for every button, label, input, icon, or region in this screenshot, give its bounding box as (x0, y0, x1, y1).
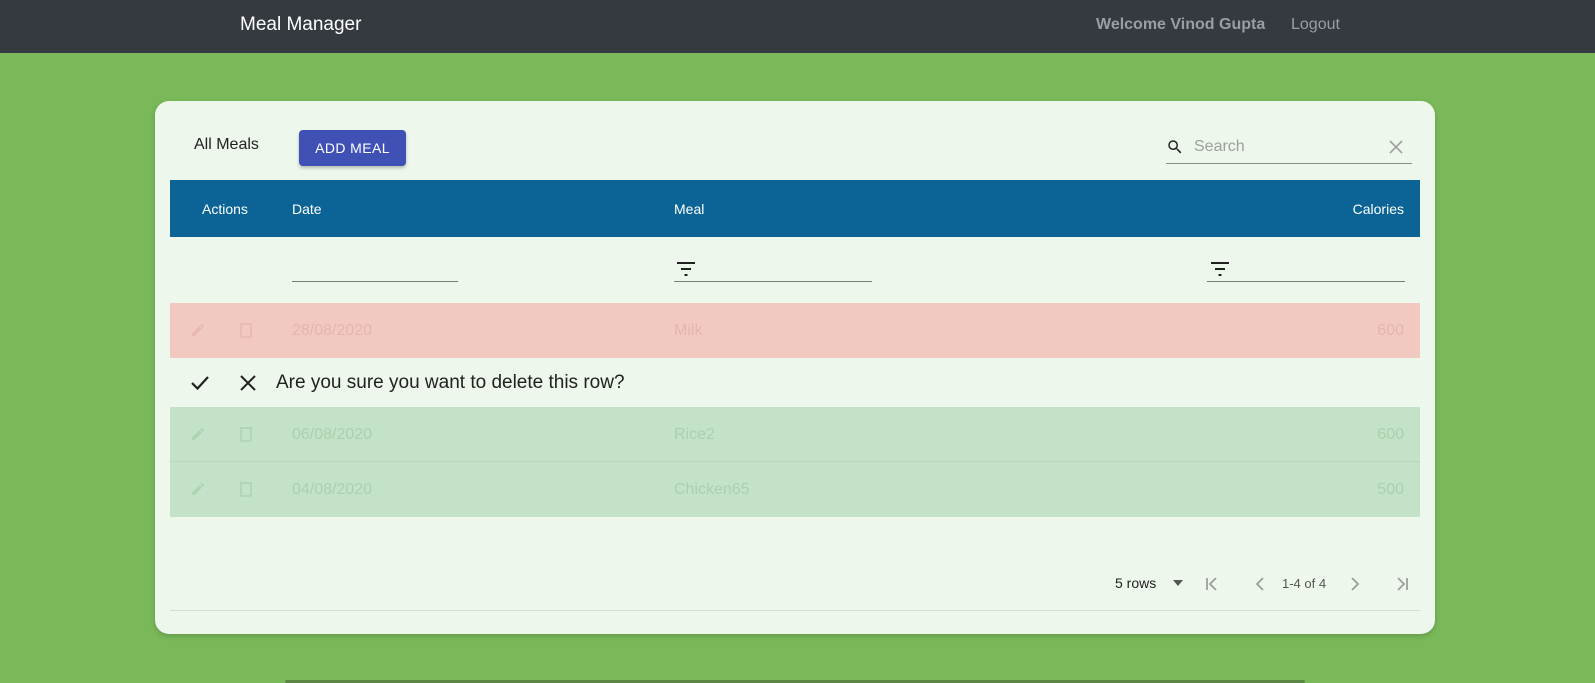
previous-page-icon[interactable] (1250, 574, 1270, 594)
pagination-bar: 5 rows 1-4 of 4 (170, 559, 1420, 611)
column-header-date[interactable]: Date (292, 201, 322, 217)
welcome-text: Welcome Vinod Gupta (1096, 16, 1266, 33)
add-meal-button[interactable]: ADD MEAL (299, 130, 406, 166)
navbar: Meal Manager Welcome Vinod Gupta Logout (0, 0, 1595, 53)
cell-meal: Chicken65 (674, 481, 750, 498)
table-row: 04/08/2020 Chicken65 500 (170, 462, 1420, 517)
search-icon (1168, 140, 1182, 154)
cell-calories: 600 (1377, 426, 1404, 443)
cell-date: 04/08/2020 (292, 481, 373, 498)
check-icon[interactable] (190, 373, 210, 393)
delete-icon[interactable] (239, 426, 253, 442)
edit-icon[interactable] (190, 481, 206, 497)
delete-icon[interactable] (239, 322, 253, 338)
table-header: Actions Date Meal Calories (170, 180, 1420, 237)
search-input[interactable] (1194, 135, 1374, 159)
cell-date: 06/08/2020 (292, 426, 373, 443)
first-page-icon[interactable] (1202, 574, 1222, 594)
clear-icon[interactable] (1389, 140, 1403, 154)
delete-confirmation-message: Are you sure you want to delete this row… (276, 372, 625, 393)
table-title: All Meals (194, 136, 259, 153)
filter-icon (1211, 262, 1229, 276)
cell-date: 28/08/2020 (292, 322, 373, 339)
cell-calories: 600 (1377, 322, 1404, 339)
column-header-meal[interactable]: Meal (674, 201, 704, 217)
table-row: 28/08/2020 Milk 600 (170, 303, 1420, 358)
meals-table-card: All Meals ADD MEAL Actions Date Meal Cal… (155, 101, 1435, 634)
column-header-calories[interactable]: Calories (1353, 201, 1404, 217)
search-field (1166, 131, 1412, 164)
arrow-drop-down-icon[interactable] (1173, 580, 1183, 586)
close-icon[interactable] (238, 373, 258, 393)
edit-icon[interactable] (190, 322, 206, 338)
date-filter-input[interactable] (292, 281, 458, 282)
page-range: 1-4 of 4 (1282, 576, 1327, 591)
cell-meal: Rice2 (674, 426, 715, 443)
filter-row (170, 237, 1420, 303)
cell-meal: Milk (674, 322, 703, 339)
rows-per-page-select[interactable]: 5 rows (1115, 575, 1156, 591)
delete-confirmation-row: Are you sure you want to delete this row… (170, 359, 1420, 407)
meal-filter-input[interactable] (674, 281, 872, 282)
column-header-actions: Actions (202, 201, 248, 217)
filter-icon (677, 262, 695, 276)
last-page-icon[interactable] (1392, 574, 1412, 594)
brand-title[interactable]: Meal Manager (240, 14, 361, 36)
logout-link[interactable]: Logout (1291, 16, 1340, 34)
edit-icon[interactable] (190, 426, 206, 442)
cell-calories: 500 (1377, 481, 1404, 498)
table-row: 06/08/2020 Rice2 600 (170, 407, 1420, 462)
calories-filter-input[interactable] (1207, 281, 1405, 282)
delete-icon[interactable] (239, 481, 253, 497)
next-page-icon[interactable] (1345, 574, 1365, 594)
